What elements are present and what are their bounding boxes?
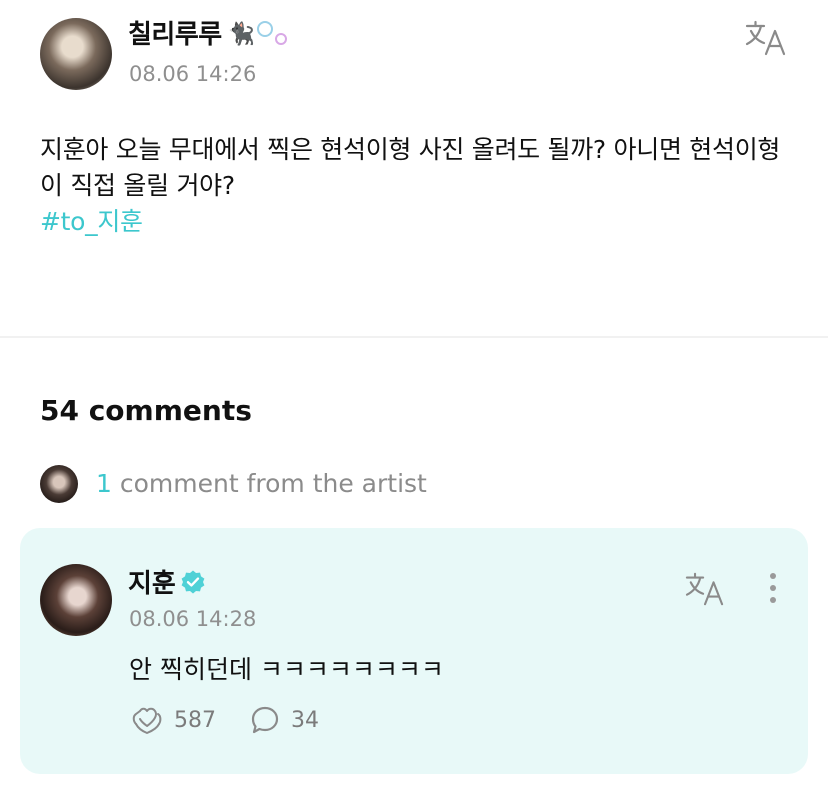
post-body: 지훈아 오늘 무대에서 찍은 현석이형 사진 올려도 될까? 아니면 현석이형이… (40, 132, 800, 240)
translate-icon[interactable] (684, 570, 726, 608)
section-divider (0, 336, 828, 338)
author-name-text: 칠리루루 (128, 20, 222, 50)
post-hashtag[interactable]: #to_지훈 (40, 204, 800, 240)
author-name[interactable]: 칠리루루 🐈‍⬛ (128, 14, 287, 51)
artist-comment-summary[interactable]: 1 comment from the artist (96, 469, 427, 498)
artist-comment-date: 08.06 14:28 (129, 607, 257, 631)
bubble-icon (256, 21, 273, 37)
more-vertical-icon[interactable] (767, 573, 779, 607)
reply-count: 34 (291, 707, 319, 733)
artist-name[interactable]: 지훈 (128, 563, 206, 600)
like-count: 587 (174, 707, 216, 733)
artist-mini-avatar[interactable] (40, 465, 78, 503)
artist-comment-label: comment from the artist (119, 469, 427, 498)
bubble-icon (274, 33, 287, 45)
speech-bubble-icon (251, 706, 279, 734)
reply-button[interactable]: 34 (249, 704, 319, 736)
author-avatar[interactable] (40, 18, 112, 90)
comments-count: 54 comments (40, 394, 252, 427)
post-text: 지훈아 오늘 무대에서 찍은 현석이형 사진 올려도 될까? 아니면 현석이형이… (40, 135, 781, 200)
translate-icon[interactable] (744, 18, 788, 58)
verified-badge-icon (180, 569, 206, 595)
artist-comment-count: 1 (96, 469, 112, 498)
like-button[interactable]: 587 (130, 704, 216, 736)
artist-avatar[interactable] (40, 564, 112, 636)
artist-name-text: 지훈 (128, 569, 176, 599)
post-date: 08.06 14:26 (129, 62, 257, 86)
artist-comment-text: 안 찍히던데 ㅋㅋㅋㅋㅋㅋㅋㅋ (129, 655, 444, 684)
black-cat-emoji: 🐈‍⬛ (227, 22, 255, 47)
heart-hands-icon (132, 707, 162, 734)
